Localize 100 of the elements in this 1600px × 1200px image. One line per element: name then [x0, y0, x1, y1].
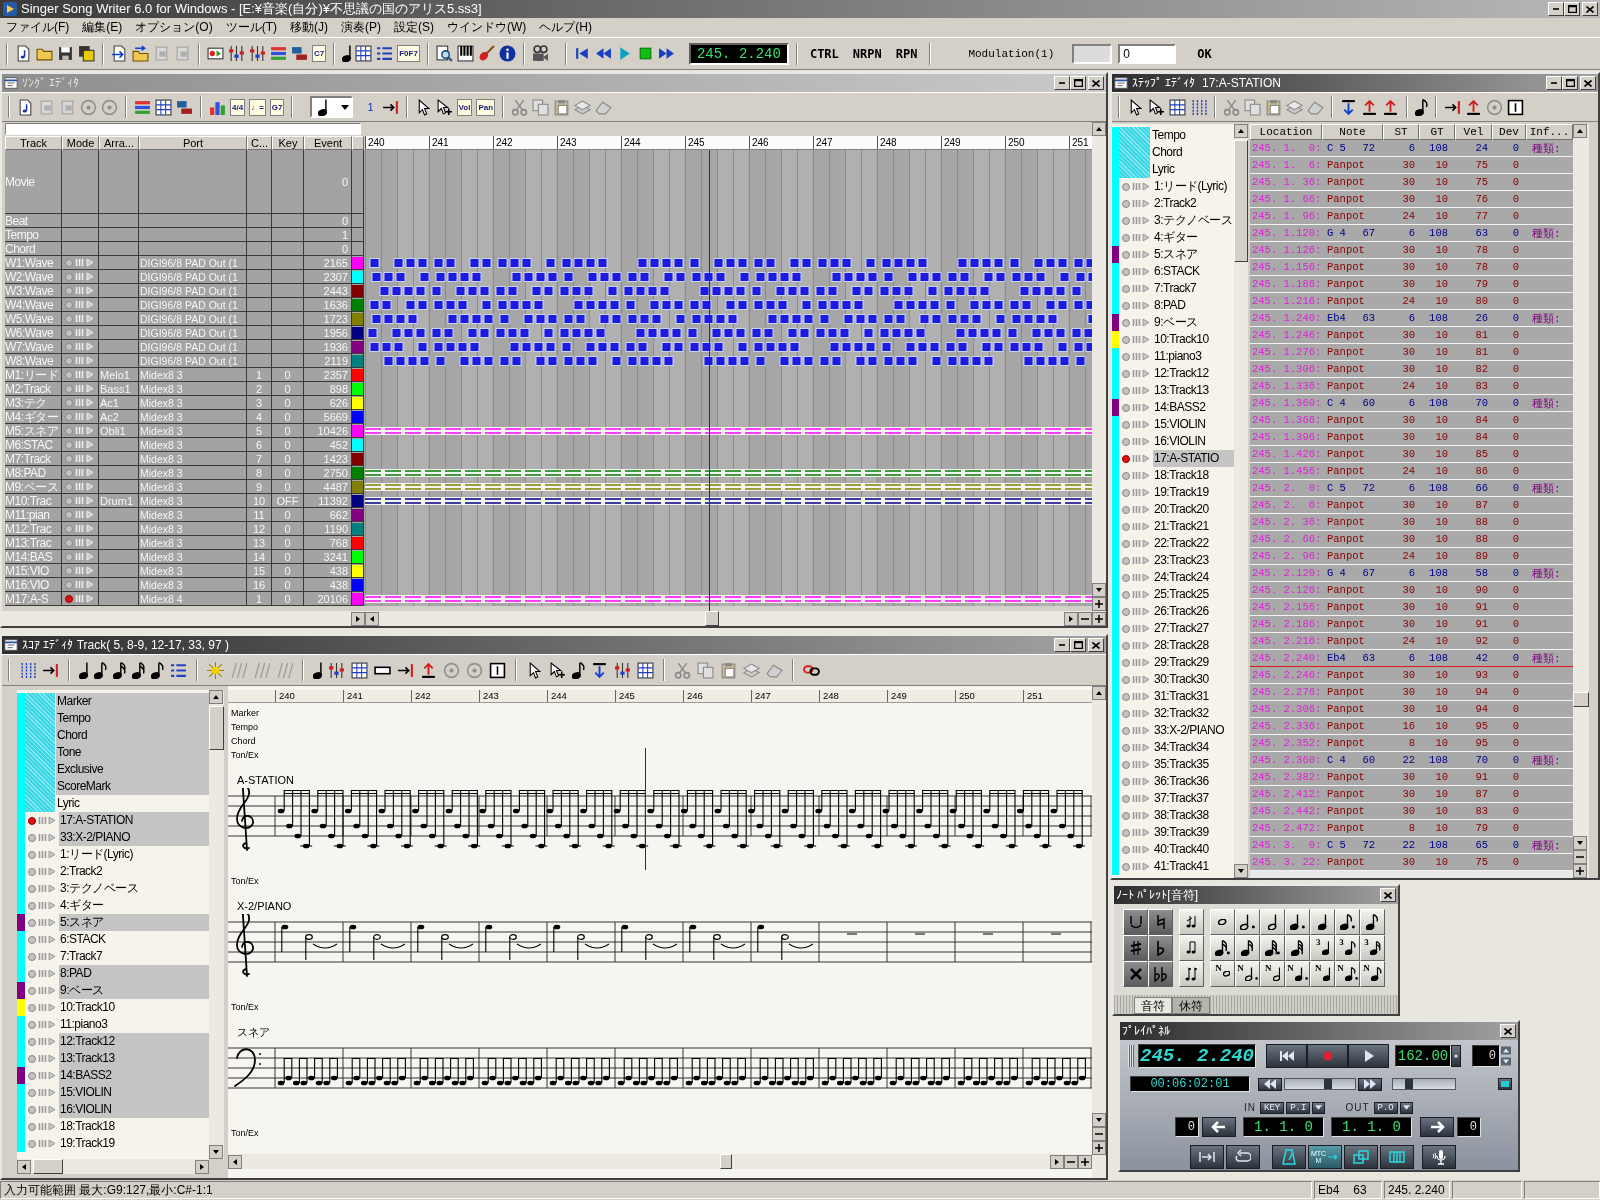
- arrow-to-bar-icon[interactable]: [1444, 98, 1461, 116]
- event-row[interactable]: 245. 2. 6: Panpot 30 10 87 0: [1250, 497, 1573, 514]
- floppy-disks-icon[interactable]: [78, 45, 95, 62]
- grace-note-button[interactable]: [1179, 909, 1204, 935]
- color-swatch-icon[interactable]: [352, 494, 363, 507]
- faders-icon[interactable]: [614, 661, 631, 679]
- stacked-pages-icon[interactable]: [743, 661, 760, 679]
- track-list-item[interactable]: 12:Track12: [1153, 365, 1234, 382]
- pointer-plus-icon[interactable]: [1148, 98, 1165, 116]
- track-list-item[interactable]: 10:Track10: [1153, 331, 1234, 348]
- track-list-item[interactable]: Tone: [56, 744, 209, 761]
- horizontal-scrollbar[interactable]: [365, 611, 1106, 626]
- ok-button[interactable]: OK: [1192, 46, 1217, 61]
- mute-bars-icon[interactable]: [38, 1003, 47, 1012]
- minus-button[interactable]: [1078, 611, 1092, 626]
- track-list-item[interactable]: 2:Track2: [59, 863, 209, 880]
- track-list-item[interactable]: 14:BASS2: [59, 1067, 209, 1084]
- mute-bars-icon[interactable]: [1132, 641, 1141, 650]
- mute-bars-icon[interactable]: [1132, 658, 1141, 667]
- track-list-item[interactable]: 1:リード(Lyric): [59, 846, 209, 863]
- arrow-up-bar-icon[interactable]: [420, 661, 437, 679]
- maximize-button[interactable]: [1564, 2, 1580, 16]
- rewind-to-start-button[interactable]: [1266, 1044, 1307, 1068]
- track-list-item[interactable]: 5:スネア: [59, 914, 209, 931]
- close-button[interactable]: [1500, 1024, 1516, 1038]
- stacked-pages-icon[interactable]: [574, 98, 592, 116]
- scroll-up-button[interactable]: [1092, 686, 1106, 700]
- track-list-item[interactable]: 11:piano3: [1153, 348, 1234, 365]
- color-swatch-icon[interactable]: [352, 368, 363, 381]
- scroll-up-button[interactable]: [1234, 124, 1248, 138]
- labeled-tool-button[interactable]: Vol: [456, 98, 473, 116]
- event-row[interactable]: 245. 1.366: Panpot 30 10 84 0: [1250, 412, 1573, 429]
- mute-bars-icon[interactable]: [1132, 369, 1141, 378]
- track-list-item[interactable]: 17:A-STATION: [59, 812, 209, 829]
- track-list-item[interactable]: 25:Track25: [1153, 586, 1234, 603]
- event-row[interactable]: 245. 2.276: Panpot 30 10 94 0: [1250, 684, 1573, 701]
- column-header[interactable]: Note: [1322, 124, 1383, 140]
- plus-button[interactable]: [1078, 1154, 1092, 1169]
- track-list-item[interactable]: 32:Track32: [1153, 705, 1234, 722]
- event-row[interactable]: 245. 2.352: Panpot 8 10 95 0: [1250, 735, 1573, 752]
- dropdown-button[interactable]: [1312, 1101, 1326, 1114]
- rewind-button[interactable]: [1258, 1077, 1282, 1091]
- list-icon[interactable]: [376, 45, 394, 62]
- menu-item[interactable]: 編集(E): [78, 19, 132, 36]
- slider-track[interactable]: [1392, 1078, 1456, 1090]
- track-list-item[interactable]: 24:Track24: [1153, 569, 1234, 586]
- menu-item[interactable]: ファイル(F): [2, 19, 79, 36]
- accidental-button[interactable]: [1148, 961, 1173, 987]
- slashes-icon[interactable]: [230, 661, 247, 679]
- mute-bars-icon[interactable]: [1132, 539, 1141, 548]
- note-value-button[interactable]: N: [1360, 961, 1385, 987]
- note-value-button[interactable]: [1260, 909, 1285, 935]
- close-button[interactable]: [1580, 76, 1596, 90]
- track-list-item[interactable]: 28:Track28: [1153, 637, 1234, 654]
- grid-icon[interactable]: [351, 661, 368, 679]
- event-row[interactable]: 245. 1. 36: Panpot 30 10 75 0: [1250, 174, 1573, 191]
- color-swatch-icon[interactable]: [352, 480, 363, 493]
- sparkle-icon[interactable]: [207, 661, 224, 679]
- track-list-item[interactable]: 18:Track18: [59, 1118, 209, 1135]
- mute-bars-icon[interactable]: [1132, 692, 1141, 701]
- column-header[interactable]: Key: [272, 136, 304, 150]
- horizontal-scrollbar[interactable]: [17, 1159, 209, 1174]
- mute-bars-icon[interactable]: [1132, 420, 1141, 429]
- mute-bars-icon[interactable]: [38, 952, 47, 961]
- clipboard-icon[interactable]: [720, 661, 737, 679]
- indicator-button[interactable]: [1498, 1078, 1512, 1090]
- input-field[interactable]: [1072, 43, 1113, 64]
- note-value-button[interactable]: N: [1210, 961, 1235, 987]
- close-button[interactable]: [1088, 76, 1104, 90]
- track-list-item[interactable]: 22:Track22: [1153, 535, 1234, 552]
- column-header[interactable]: [352, 136, 364, 150]
- film-camera-icon[interactable]: [531, 45, 549, 62]
- track-list-item[interactable]: 37:Track37: [1153, 790, 1234, 807]
- mute-bars-icon[interactable]: [1132, 301, 1141, 310]
- scroll-right-button[interactable]: [195, 1159, 209, 1174]
- mute-bars-icon[interactable]: [1132, 709, 1141, 718]
- column-header[interactable]: Arra...: [99, 136, 139, 150]
- sixteenth-note-icon[interactable]: [113, 661, 126, 679]
- punch-in-button[interactable]: P.I: [1286, 1101, 1311, 1114]
- track-list-item[interactable]: 4:ギター: [59, 897, 209, 914]
- scrollbar-thumb[interactable]: [1234, 140, 1248, 262]
- eighth-note-icon[interactable]: [151, 661, 164, 679]
- event-row[interactable]: 245. 2.382: Panpot 30 10 91 0: [1250, 769, 1573, 786]
- mute-bars-icon[interactable]: [1132, 522, 1141, 531]
- mute-bars-icon[interactable]: [1132, 335, 1141, 344]
- blocks-icon[interactable]: [176, 98, 193, 116]
- scroll-left-button[interactable]: [17, 1159, 31, 1174]
- eraser-icon[interactable]: [766, 661, 783, 679]
- scroll-down-button[interactable]: [1573, 836, 1587, 850]
- grace-note-button[interactable]: [1179, 961, 1204, 987]
- note-value-button[interactable]: N: [1235, 961, 1260, 987]
- scroll-left-button[interactable]: [365, 611, 379, 626]
- windows-button[interactable]: [1344, 1145, 1378, 1169]
- event-row[interactable]: 245. 1.306: Panpot 30 10 82 0: [1250, 361, 1573, 378]
- faders-icon[interactable]: [328, 661, 345, 679]
- mute-bars-icon[interactable]: [38, 1088, 47, 1097]
- plus-button[interactable]: [1573, 864, 1587, 878]
- greyed-page-icon[interactable]: [59, 98, 76, 116]
- arrow-to-bar-icon[interactable]: [42, 661, 59, 679]
- track-list-item[interactable]: 7:Track7: [59, 948, 209, 965]
